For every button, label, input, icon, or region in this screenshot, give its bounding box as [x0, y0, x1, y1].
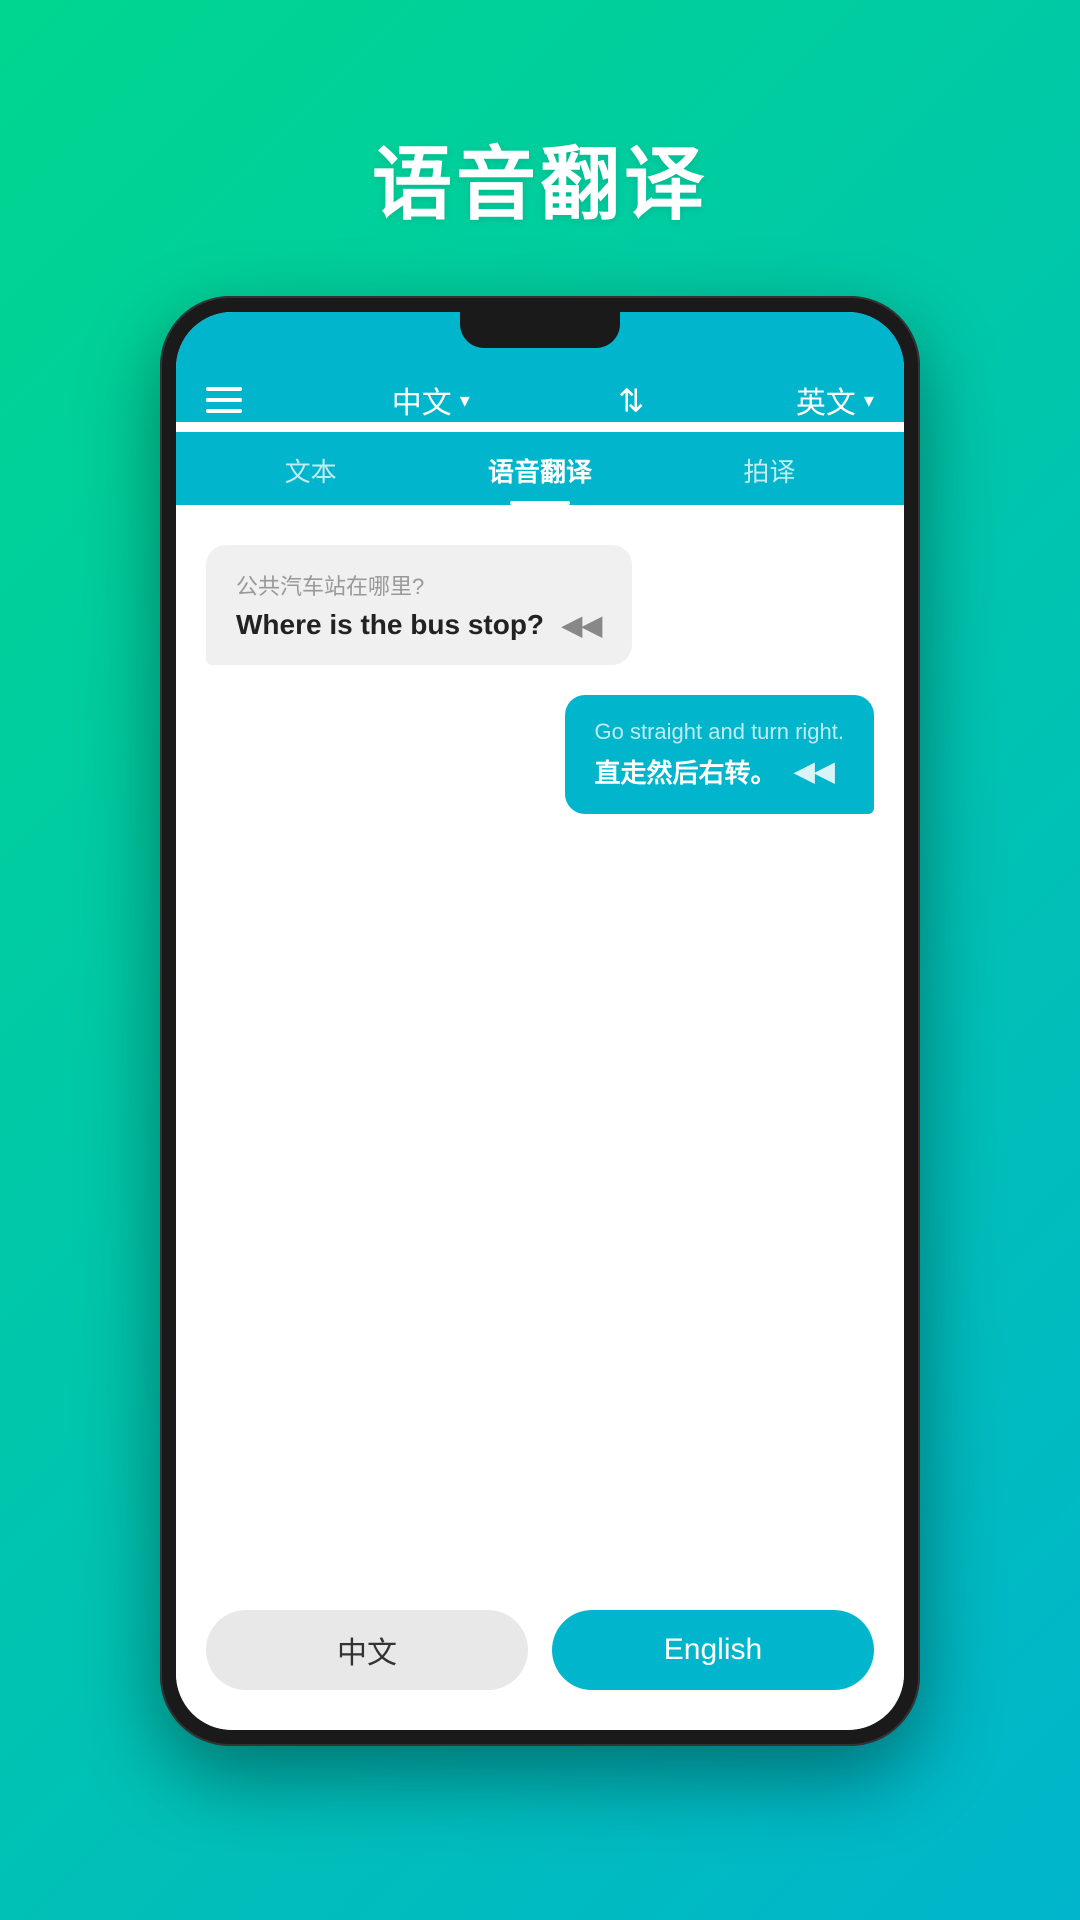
- tab-voice[interactable]: 语音翻译: [425, 452, 654, 505]
- target-lang-label: 英文: [796, 378, 856, 422]
- chat-area: 公共汽车站在哪里? Where is the bus stop? ◀◀ Go s…: [176, 505, 904, 1586]
- tab-photo[interactable]: 拍译: [655, 452, 884, 505]
- source-lang-dropdown-arrow: ▾: [460, 388, 470, 413]
- record-chinese-button[interactable]: 中文: [206, 1610, 528, 1690]
- phone-frame: 中文 ▾ ⇄ 英文 ▾ 文本 语音翻译 拍译 公共汽车站在哪里? Where i: [160, 296, 920, 1746]
- target-lang-selector[interactable]: 英文 ▾: [796, 378, 874, 422]
- tab-bar: 文本 语音翻译 拍译: [176, 432, 904, 505]
- bottom-bar: 中文 English: [176, 1586, 904, 1730]
- swap-languages-icon[interactable]: ⇄: [614, 387, 652, 414]
- record-english-button[interactable]: English: [552, 1610, 874, 1690]
- phone-screen: 中文 ▾ ⇄ 英文 ▾ 文本 语音翻译 拍译 公共汽车站在哪里? Where i: [176, 312, 904, 1730]
- page-title: 语音翻译: [372, 120, 708, 236]
- app-header: 中文 ▾ ⇄ 英文 ▾: [176, 360, 904, 422]
- notch-bar: [176, 312, 904, 360]
- message-bubble-1: 公共汽车站在哪里? Where is the bus stop? ◀◀: [206, 545, 874, 665]
- notch: [460, 312, 620, 348]
- tab-text[interactable]: 文本: [196, 452, 425, 505]
- sound-icon-1[interactable]: ◀◀: [562, 610, 602, 641]
- bubble-left-1: 公共汽车站在哪里? Where is the bus stop? ◀◀: [206, 545, 632, 665]
- message-bubble-2: Go straight and turn right. 直走然后右转。 ◀◀: [206, 695, 874, 814]
- bubble-translation-1: Where is the bus stop? ◀◀: [236, 609, 602, 641]
- target-lang-dropdown-arrow: ▾: [864, 388, 874, 413]
- source-lang-selector[interactable]: 中文 ▾: [392, 378, 470, 422]
- bubble-right-2: Go straight and turn right. 直走然后右转。 ◀◀: [565, 695, 874, 814]
- sound-icon-2[interactable]: ◀◀: [795, 756, 835, 787]
- bubble-translation-2: 直走然后右转。 ◀◀: [595, 753, 844, 790]
- menu-icon[interactable]: [206, 387, 242, 413]
- bubble-original-2: Go straight and turn right.: [595, 719, 844, 745]
- source-lang-label: 中文: [392, 378, 452, 422]
- bubble-original-1: 公共汽车站在哪里?: [236, 569, 602, 601]
